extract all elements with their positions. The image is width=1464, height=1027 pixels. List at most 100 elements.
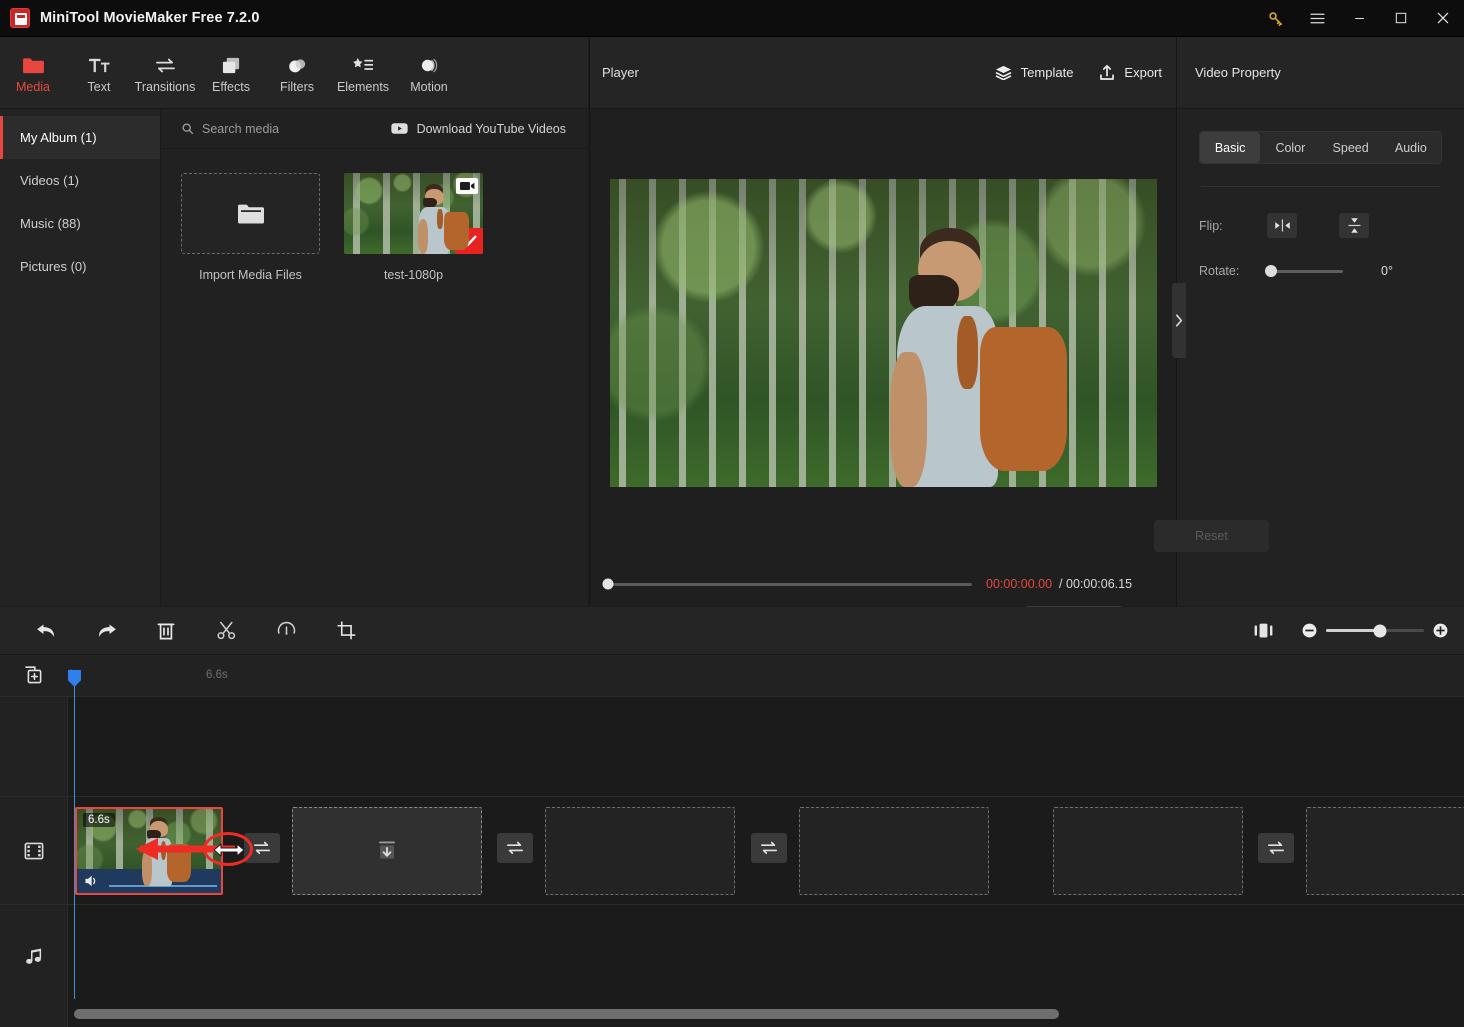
tab-filters-label: Filters (279, 80, 315, 94)
tab-basic[interactable]: Basic (1200, 132, 1261, 163)
total-time-value: 00:00:06.15 (1066, 577, 1133, 591)
flip-vertical-button[interactable] (1339, 213, 1369, 238)
tool-tabs: Media Text Transitions Effects Filters E… (0, 37, 588, 109)
folder-icon (22, 51, 45, 75)
chevron-right-icon (1175, 314, 1183, 327)
track-header-video[interactable] (0, 797, 68, 904)
maximize-icon[interactable] (1380, 0, 1422, 37)
sidebar-item-music-label: Music (88) (20, 216, 81, 231)
flip-row: Flip: (1199, 213, 1442, 238)
reset-button[interactable]: Reset (1154, 520, 1269, 552)
youtube-download-icon (390, 123, 408, 134)
search-input[interactable]: Search media (181, 122, 279, 136)
minimize-icon[interactable] (1338, 0, 1380, 37)
drop-slot-2[interactable] (545, 807, 735, 895)
timeline-clip[interactable]: 6.6s (75, 807, 223, 895)
crop-icon (336, 621, 355, 640)
property-panel-body: Basic Color Speed Audio Flip: Rotate: 0° (1177, 109, 1464, 278)
transitions-icon (154, 51, 177, 75)
app-title: MiniTool MovieMaker Free 7.2.0 (40, 10, 260, 26)
template-label: Template (1020, 65, 1074, 80)
tab-text-label: Text (87, 80, 111, 94)
panel-collapse-handle[interactable] (1172, 283, 1186, 358)
sidebar-item-my-album[interactable]: My Album (1) (0, 116, 160, 159)
video-preview[interactable] (610, 179, 1157, 487)
tab-effects-label: Effects (212, 80, 250, 94)
transition-slot-2[interactable] (497, 833, 533, 863)
player-panel: Player Template Export 00:00:00.00 / 00:… (589, 37, 1177, 633)
tab-audio[interactable]: Audio (1381, 132, 1441, 163)
tab-speed[interactable]: Speed (1321, 132, 1381, 163)
elements-icon (352, 51, 375, 75)
hamburger-menu-icon[interactable] (1296, 0, 1338, 37)
sidebar-item-music[interactable]: Music (88) (0, 202, 160, 245)
transitions-icon (253, 841, 271, 854)
sidebar-item-videos[interactable]: Videos (1) (0, 159, 160, 202)
transition-slot-3[interactable] (751, 833, 787, 863)
timeline-ruler[interactable]: 0s 6.6s (0, 655, 1464, 697)
seek-handle[interactable] (602, 578, 614, 590)
drop-slot-5[interactable] (1306, 807, 1464, 895)
tab-effects[interactable]: Effects (198, 37, 264, 109)
add-media-icon[interactable] (23, 666, 43, 691)
import-media-dropzone[interactable] (181, 173, 320, 254)
zoom-in-button[interactable] (1433, 623, 1448, 638)
app-window: MiniTool MovieMaker Free 7.2.0 Media Tex… (0, 0, 1464, 1027)
track-body-music[interactable] (68, 905, 1464, 1009)
import-media-label: Import Media Files (199, 268, 302, 282)
import-media-cell[interactable]: Import Media Files (181, 173, 320, 282)
drop-slot-4[interactable] (1053, 807, 1243, 895)
folder-import-icon (237, 204, 264, 223)
rotate-slider[interactable] (1265, 265, 1343, 277)
effects-icon (220, 51, 243, 75)
clip-volume-icon (85, 875, 96, 887)
undo-button[interactable] (26, 614, 66, 648)
tab-audio-label: Audio (1394, 140, 1427, 155)
delete-button[interactable] (146, 614, 186, 648)
zoom-out-button[interactable] (1302, 623, 1317, 638)
track-header-music[interactable] (0, 905, 68, 1009)
tab-transitions[interactable]: Transitions (132, 37, 198, 109)
transition-slot-1[interactable] (244, 833, 280, 863)
title-bar: MiniTool MovieMaker Free 7.2.0 (0, 0, 1464, 37)
undo-icon (36, 624, 54, 637)
tab-text[interactable]: Text (66, 37, 132, 109)
drop-slot-3[interactable] (799, 807, 989, 895)
export-button[interactable]: Export (1099, 64, 1162, 81)
zoom-slider[interactable] (1326, 624, 1424, 637)
tab-color[interactable]: Color (1260, 132, 1320, 163)
rotate-handle[interactable] (1265, 265, 1277, 277)
tab-motion[interactable]: Motion (396, 37, 462, 109)
redo-button[interactable] (86, 614, 126, 648)
media-thumbnail[interactable] (344, 173, 483, 254)
drop-slot-1[interactable] (292, 807, 482, 895)
export-label: Export (1124, 65, 1162, 80)
track-body-extra[interactable] (68, 697, 1464, 796)
transition-slot-4[interactable] (1258, 833, 1294, 863)
close-icon[interactable] (1422, 0, 1464, 37)
fit-to-timeline-button[interactable] (1248, 617, 1278, 645)
export-upload-icon (1100, 64, 1115, 80)
template-button[interactable]: Template (995, 65, 1074, 80)
split-button[interactable] (206, 614, 246, 648)
trash-icon (157, 623, 175, 639)
film-strip-icon (24, 842, 43, 859)
download-youtube-button[interactable]: Download YouTube Videos (390, 122, 566, 136)
zoom-handle[interactable] (1373, 624, 1387, 637)
speed-button[interactable] (266, 614, 306, 648)
current-time: 00:00:00.00 (986, 577, 1053, 591)
tab-media[interactable]: Media (0, 37, 66, 109)
key-icon[interactable] (1254, 0, 1296, 37)
tab-elements[interactable]: Elements (330, 37, 396, 109)
seek-slider[interactable] (602, 578, 972, 590)
crop-button[interactable] (326, 614, 366, 648)
video-stage (590, 109, 1177, 557)
sidebar-item-pictures[interactable]: Pictures (0) (0, 245, 160, 288)
timeline-horizontal-scrollbar[interactable] (74, 1009, 1059, 1019)
media-item-test-1080p[interactable]: test-1080p (344, 173, 483, 282)
track-body-video[interactable]: 6.6s (68, 797, 1464, 904)
tab-filters[interactable]: Filters (264, 37, 330, 109)
library-content: Search media Download YouTube Videos Imp… (161, 109, 588, 606)
library-toolbar: Search media Download YouTube Videos (161, 109, 588, 149)
flip-horizontal-button[interactable] (1267, 213, 1297, 238)
